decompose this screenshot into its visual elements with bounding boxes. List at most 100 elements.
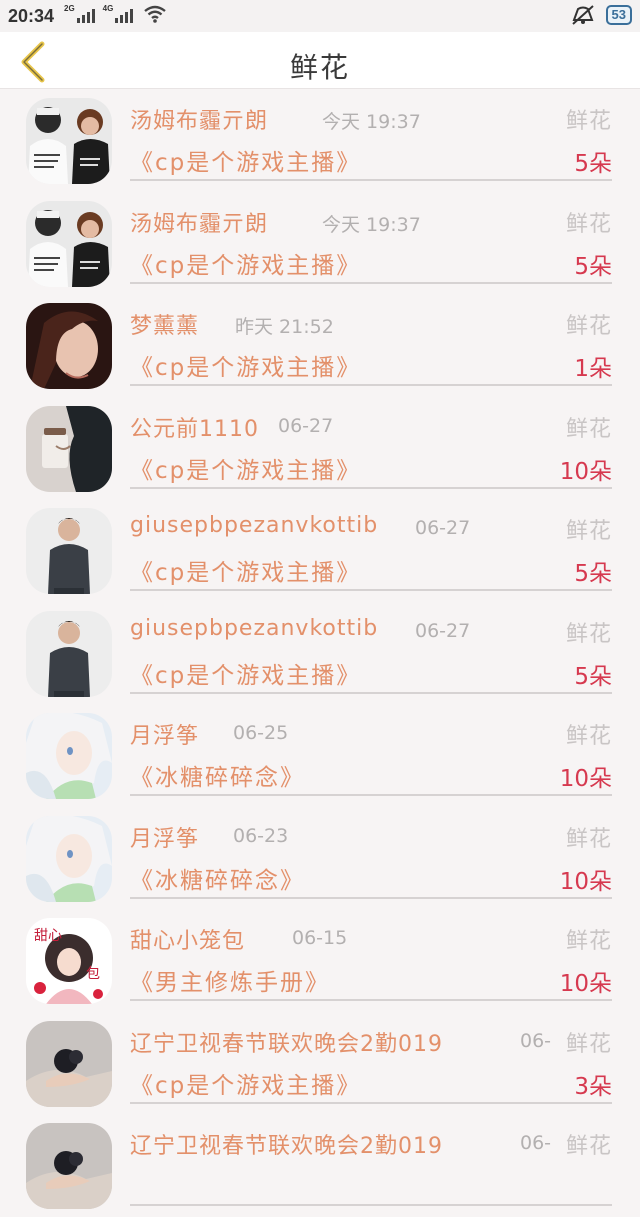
gift-time: 06-23: [233, 824, 289, 847]
gift-list: 汤姆布霾亓朗 今天 19:37 鲜花 《cp是个游戏主播》 5朵 汤姆布霾亓朗 今天 19:…: [0, 89, 640, 1217]
mute-icon: [571, 5, 594, 25]
svg-text:包: 包: [86, 966, 100, 982]
divider: [130, 486, 612, 489]
gift-list-item[interactable]: 辽宁卫视春节联欢晚会2勤019 06- 鲜花《cp是个游戏主播》 3朵: [0, 1012, 640, 1115]
book-title[interactable]: 《cp是个游戏主播》: [130, 143, 361, 177]
net-label-2g: 2G: [64, 4, 75, 13]
status-right: 53: [570, 5, 632, 25]
sender-name[interactable]: 汤姆布霾亓朗: [130, 206, 268, 238]
sender-name[interactable]: 辽宁卫视春节联欢晚会2勤019: [130, 1026, 443, 1058]
avatar[interactable]: [26, 610, 112, 697]
gift-list-item[interactable]: 月浮筝 06-25 鲜花《冰糖碎碎念》 10朵: [0, 704, 640, 807]
book-title[interactable]: 《cp是个游戏主播》: [130, 1066, 361, 1100]
svg-text:甜心: 甜心: [34, 928, 62, 944]
gift-count: 3朵: [574, 1073, 612, 1100]
gift-time: 今天 19:37: [322, 111, 421, 133]
signal-icon: [115, 7, 134, 23]
status-time: 20:34: [8, 6, 55, 26]
gift-count: 5朵: [574, 561, 612, 587]
divider: [130, 896, 612, 899]
signal-icon: [76, 7, 95, 23]
gift-count: 10朵: [559, 458, 612, 485]
gift-count: 5朵: [574, 663, 612, 690]
avatar[interactable]: [26, 1123, 112, 1209]
gift-count: 5朵: [574, 253, 612, 280]
book-title[interactable]: 《男主修炼手册》: [130, 963, 330, 997]
gift-count: 10朵: [559, 971, 612, 997]
gift-list-item[interactable]: 公元前1110 06-27 鲜花《cp是个游戏主播》 10朵: [0, 397, 640, 500]
gift-time: 06-: [520, 1132, 552, 1154]
gift-time: 昨天 21:52: [235, 316, 334, 338]
gift-count: 5朵: [574, 151, 612, 177]
avatar[interactable]: [26, 405, 112, 492]
gift-count: 10朵: [559, 868, 612, 895]
avatar[interactable]: [26, 200, 112, 287]
gift-type-label: 鲜花: [565, 109, 612, 134]
sender-name[interactable]: giusepbpezanvkottib: [130, 616, 378, 641]
gift-type-label: 鲜花: [565, 1134, 612, 1159]
gift-count: 10朵: [559, 766, 612, 792]
sender-name[interactable]: 辽宁卫视春节联欢晚会2勤019: [130, 1128, 443, 1160]
sender-name[interactable]: 汤姆布霾亓朗: [130, 103, 268, 135]
gift-time: 06-: [520, 1029, 552, 1052]
avatar[interactable]: 甜心包: [26, 918, 112, 1004]
gift-type-label: 鲜花: [565, 314, 612, 339]
divider: [130, 281, 612, 284]
gift-time: 06-27: [415, 517, 471, 539]
sender-name[interactable]: giusepbpezanvkottib: [130, 513, 378, 538]
gift-type-label: 鲜花: [565, 416, 612, 442]
gift-type-label: 鲜花: [565, 621, 612, 647]
gift-count: 1朵: [574, 356, 612, 382]
avatar[interactable]: [26, 98, 112, 184]
sender-name[interactable]: 梦薰薰: [130, 308, 199, 340]
gift-list-item[interactable]: 汤姆布霾亓朗 今天 19:37 鲜花《cp是个游戏主播》 5朵: [0, 89, 640, 192]
avatar[interactable]: [26, 713, 112, 799]
divider: [130, 794, 612, 796]
divider: [130, 999, 612, 1001]
book-title[interactable]: 《cp是个游戏主播》: [130, 246, 361, 280]
gift-type-label: 鲜花: [565, 724, 612, 749]
status-bar: 20:34 2G 4G 53: [0, 0, 640, 32]
gift-list-item[interactable]: 梦薰薰 昨天 21:52 鲜花《cp是个游戏主播》 1朵: [0, 294, 640, 397]
gift-type-label: 鲜花: [565, 929, 612, 954]
avatar[interactable]: [26, 303, 112, 389]
sender-name[interactable]: 月浮筝: [130, 821, 199, 853]
gift-list-item[interactable]: 甜心包甜心小笼包 06-15 鲜花 《男主修炼手册》 10朵: [0, 909, 640, 1012]
net-label-4g: 4G: [102, 4, 114, 13]
gift-type-label: 鲜花: [565, 1031, 612, 1057]
book-title[interactable]: 《cp是个游戏主播》: [130, 553, 361, 587]
divider: [130, 1204, 612, 1206]
sender-name[interactable]: 公元前1110: [130, 411, 259, 443]
header: 鲜花: [0, 32, 640, 89]
book-title[interactable]: 《cp是个游戏主播》: [130, 656, 361, 690]
sender-name[interactable]: 月浮筝: [130, 718, 199, 750]
book-title[interactable]: 《冰糖碎碎念》: [130, 758, 305, 792]
avatar[interactable]: [26, 508, 112, 594]
divider: [130, 1101, 612, 1104]
divider: [130, 691, 612, 694]
avatar[interactable]: [26, 815, 112, 902]
gift-list-item[interactable]: 汤姆布霾亓朗 今天 19:37 鲜花《cp是个游戏主播》 5朵: [0, 192, 640, 295]
gift-list-item[interactable]: giusepbpezanvkottib 06-27 鲜花《cp是个游戏主播》 5朵: [0, 602, 640, 705]
gift-time: 06-25: [233, 722, 289, 744]
gift-list-item[interactable]: 月浮筝 06-23 鲜花《冰糖碎碎念》 10朵: [0, 807, 640, 910]
divider: [130, 179, 612, 181]
gift-time: 06-15: [292, 927, 348, 949]
gift-time: 今天 19:37: [322, 213, 421, 236]
gift-list-item[interactable]: 辽宁卫视春节联欢晚会2勤019 06- 鲜花: [0, 1114, 640, 1217]
avatar[interactable]: [26, 1020, 112, 1107]
network-indicators: 2G 4G: [64, 5, 167, 23]
gift-type-label: 鲜花: [565, 826, 612, 852]
page-title: 鲜花: [289, 51, 350, 84]
book-title[interactable]: 《冰糖碎碎念》: [130, 861, 305, 895]
book-title[interactable]: 《cp是个游戏主播》: [130, 348, 361, 382]
gift-time: 06-27: [278, 414, 334, 437]
gift-time: 06-27: [415, 619, 471, 642]
battery-indicator: 53: [605, 5, 632, 25]
sender-name[interactable]: 甜心小笼包: [130, 923, 245, 955]
book-title[interactable]: 《cp是个游戏主播》: [130, 451, 361, 485]
divider: [130, 589, 612, 591]
wifi-icon: [144, 5, 167, 23]
gift-list-item[interactable]: giusepbpezanvkottib 06-27 鲜花 《cp是个游戏主播》 5朵: [0, 499, 640, 602]
gift-type-label: 鲜花: [565, 211, 612, 237]
